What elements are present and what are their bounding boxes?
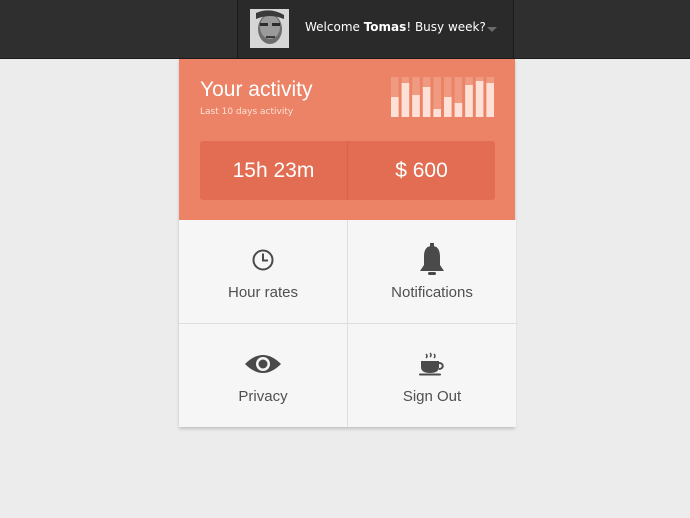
bell-icon [348,243,516,275]
user-menu-trigger[interactable]: Welcome Tomas! Busy week? [237,0,514,58]
menu-item-label: Privacy [238,388,288,405]
welcome-prefix: Welcome [305,20,364,34]
activity-section: Your activity Last 10 days activity 15h … [179,59,515,220]
spark-bar [444,97,452,117]
menu-item-label: Hour rates [227,284,299,301]
spark-bar [475,81,484,117]
eye-icon [179,350,347,378]
menu-item-label: Notifications [391,284,473,301]
avatar [250,9,289,48]
welcome-message: Welcome Tomas! Busy week? [305,20,486,34]
spark-bar [433,109,441,117]
menu-item-label: Sign Out [402,388,462,405]
spark-bar [454,103,463,117]
coffee-cup-icon [348,350,516,378]
spark-bar [465,85,473,117]
user-name: Tomas [363,20,407,34]
time-tracked-value: 15h 23m [232,159,315,182]
menu-item-notifications[interactable]: Notifications [348,220,516,323]
caret-down-icon[interactable] [487,27,497,32]
spark-bar [486,83,494,117]
spark-bar [401,83,410,117]
activity-stats: 15h 23m $ 600 [200,141,495,200]
menu-item-hour-rates[interactable]: Hour rates [179,220,347,323]
menu-item-sign-out[interactable]: Sign Out [348,324,516,427]
top-bar: Welcome Tomas! Busy week? [0,0,690,59]
spark-bar [412,95,420,117]
spark-bar [391,97,399,117]
activity-sparkline-chart [391,77,494,117]
welcome-suffix: ! Busy week? [406,20,486,34]
clock-icon [179,246,347,274]
user-dropdown-panel: Your activity Last 10 days activity 15h … [179,59,516,427]
menu-item-privacy[interactable]: Privacy [179,324,347,427]
spark-bar [422,87,431,117]
activity-title: Your activity [200,78,313,101]
earnings-value: $ 600 [395,159,448,182]
menu-grid: Hour rates Notifications Privacy Sign Ou… [179,220,516,427]
activity-subtitle: Last 10 days activity [200,107,294,117]
